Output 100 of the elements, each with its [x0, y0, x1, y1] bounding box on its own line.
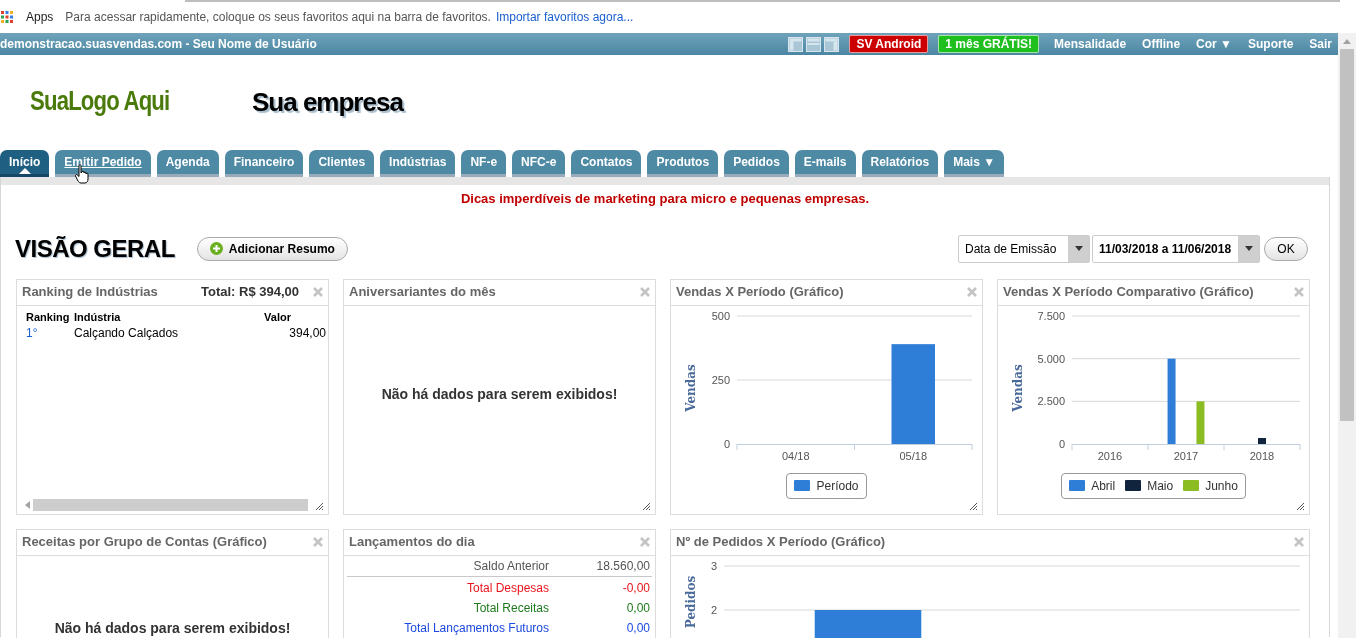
top-bar-link[interactable]: Suporte: [1247, 35, 1294, 53]
bar: [1196, 400, 1205, 444]
table-cell-text: 394,00: [288, 324, 326, 342]
close-icon[interactable]: [967, 287, 977, 297]
widget-total: Total: R$ 394,00: [200, 283, 299, 302]
y-tick-label: 250: [711, 373, 730, 386]
legend-label: Maio: [1147, 477, 1174, 495]
column-header: Ranking: [26, 309, 71, 325]
legend-swatch: [1069, 480, 1086, 491]
nav-tab[interactable]: Agenda: [156, 150, 219, 177]
table-cell-text: 1°: [26, 324, 39, 342]
resize-grip-icon[interactable]: [969, 501, 977, 510]
date-type-select[interactable]: Data de Emissão: [958, 234, 1090, 263]
widget-title: Nº de Pedidos X Período (Gráfico): [676, 533, 886, 552]
x-tick-label: 04/18: [782, 449, 810, 462]
nav-tab[interactable]: Produtos: [647, 150, 719, 177]
empty-message: Não há dados para serem exibidos!: [380, 384, 619, 404]
apps-icon: [1, 10, 13, 23]
ledger-label: Total Receitas: [472, 599, 549, 617]
y-tick-label: 2: [710, 603, 717, 616]
legend-swatch: [1125, 480, 1142, 491]
scrollbar-thumb[interactable]: [1340, 49, 1354, 421]
close-icon[interactable]: [640, 287, 650, 297]
legend-swatch: [794, 480, 811, 491]
nav-tab[interactable]: Contatos: [571, 150, 642, 177]
promo-badge[interactable]: 1 mês GRÁTIS!: [938, 35, 1040, 53]
widget-title: Aniversariantes do mês: [349, 283, 496, 302]
ledger-value: 18.560,00: [595, 557, 651, 575]
add-summary-button[interactable]: Adicionar Resumo: [196, 236, 348, 261]
y-tick-label: 0: [723, 437, 730, 450]
nav-tab[interactable]: NF-e: [461, 150, 507, 177]
close-icon[interactable]: [313, 287, 323, 297]
promo-badge[interactable]: SV Android: [849, 35, 929, 53]
y-tick-label: 5.000: [1037, 352, 1065, 365]
nav-tab[interactable]: Financeiro: [224, 150, 304, 177]
nav-tab[interactable]: E-mails: [794, 150, 856, 177]
caret-icon: [1074, 246, 1083, 251]
nav-tab[interactable]: Indústrias: [380, 150, 456, 177]
company-name: Sua empresa: [252, 89, 403, 115]
widget-title: Lançamentos do dia: [349, 533, 475, 552]
ledger-value: -0,00: [621, 579, 651, 597]
resize-grip-icon[interactable]: [315, 501, 323, 510]
layout-icon[interactable]: [806, 36, 822, 52]
layout-icon[interactable]: [788, 36, 804, 52]
import-bookmarks-link[interactable]: Importar favoritos agora...: [495, 7, 634, 26]
ledger-value: 0,00: [625, 619, 651, 637]
top-bar-link[interactable]: Sair: [1309, 35, 1332, 53]
apps-shortcut[interactable]: Apps: [26, 7, 54, 26]
y-axis-label: Pedidos: [684, 575, 698, 628]
scrollbar-thumb[interactable]: [33, 498, 308, 511]
close-icon[interactable]: [1294, 537, 1304, 547]
widget-title: Receitas por Grupo de Contas (Gráfico): [22, 533, 267, 552]
ok-button[interactable]: OK: [1264, 236, 1308, 261]
column-header: Valor: [263, 309, 292, 325]
y-tick-label: 500: [711, 309, 730, 322]
close-icon[interactable]: [1294, 287, 1304, 297]
nav-tab[interactable]: NFC-e: [512, 150, 566, 177]
resize-grip-icon[interactable]: [1296, 501, 1304, 510]
marketing-tips-link[interactable]: Dicas imperdíveis de marketing para micro e pequenas empresas.: [1, 189, 1329, 209]
legend-label: Abril: [1091, 477, 1116, 495]
top-bar-link[interactable]: Cor ▼: [1196, 35, 1232, 53]
scroll-up-icon: [1343, 39, 1351, 44]
bookmarks-hint: Para acessar rapidamente, coloque os seus favoritos aqui na barra de favoritos.: [65, 8, 491, 26]
close-icon[interactable]: [313, 537, 323, 547]
scroll-left-icon[interactable]: [25, 500, 30, 509]
nav-tab[interactable]: Início: [0, 150, 50, 177]
nav-tab[interactable]: Clientes: [309, 150, 375, 177]
layout-icon[interactable]: [824, 36, 840, 52]
ledger-value: 0,00: [625, 599, 651, 617]
top-bar-link[interactable]: Mensalidade: [1054, 35, 1127, 53]
scrollbar[interactable]: [1338, 33, 1356, 638]
legend-swatch: [1183, 480, 1200, 491]
selected-marker-icon: [18, 168, 31, 174]
y-tick-label: 7.500: [1037, 309, 1065, 322]
nav-tab[interactable]: Relatórios: [861, 150, 939, 177]
date-range-select[interactable]: 11/03/2018 a 11/06/2018: [1092, 234, 1260, 263]
close-icon[interactable]: [640, 537, 650, 547]
plus-icon: [209, 242, 223, 255]
x-tick-label: 2018: [1249, 449, 1275, 462]
y-tick-label: 3: [710, 559, 717, 572]
widget-title: Ranking de Indústrias: [22, 283, 158, 302]
page-title: VISÃO GERAL: [15, 233, 175, 264]
x-tick-label: 05/18: [899, 449, 927, 462]
x-tick-label: 2017: [1173, 449, 1199, 462]
logo: SuaLogo Aqui: [30, 88, 170, 115]
top-bar-link[interactable]: Offline: [1142, 35, 1181, 53]
nav-tab[interactable]: Pedidos: [724, 150, 789, 177]
x-tick-label: 2016: [1097, 449, 1123, 462]
hand-cursor-icon: [75, 164, 90, 184]
empty-message: Não há dados para serem exibidos!: [53, 618, 292, 638]
ledger-label: Total Despesas: [465, 579, 549, 597]
nav-tab[interactable]: Mais ▼: [944, 150, 1005, 177]
resize-grip-icon[interactable]: [642, 501, 650, 510]
y-tick-label: 2.500: [1037, 394, 1065, 407]
y-tick-label: 0: [1058, 437, 1065, 450]
legend-label: Junho: [1205, 477, 1238, 495]
column-header: Indústria: [74, 309, 122, 325]
caret-icon: [1244, 246, 1253, 251]
site-title: demonstracao.suasvendas.com - Seu Nome de Usuário: [0, 36, 317, 53]
y-axis-label: Vendas: [684, 363, 698, 412]
